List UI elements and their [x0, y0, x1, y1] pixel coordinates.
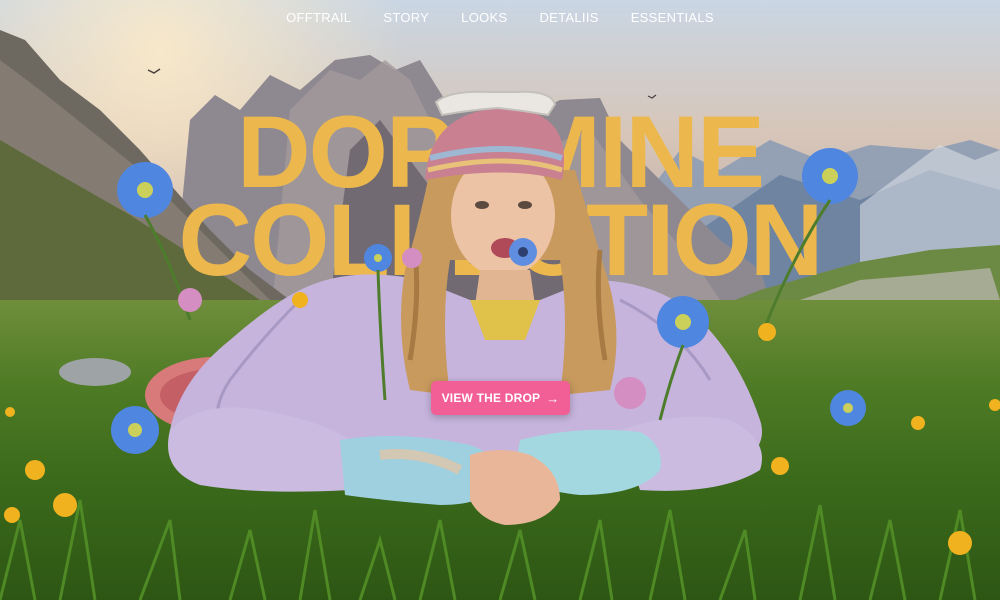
nav-item-looks[interactable]: LOOKS — [461, 10, 507, 25]
nav-item-offtrail[interactable]: OFFTRAIL — [286, 10, 351, 25]
nav-item-essentials[interactable]: ESSENTIALS — [631, 10, 714, 25]
hero-section: DOPAMINE COLLECTION — [0, 0, 1000, 600]
arrow-right-icon: → — [546, 390, 560, 406]
nav-item-story[interactable]: STORY — [383, 10, 429, 25]
view-the-drop-label: VIEW THE DROP — [441, 391, 541, 405]
view-the-drop-button[interactable]: VIEW THE DROP → — [431, 381, 570, 415]
top-nav: OFFTRAIL STORY LOOKS DETALIIS ESSENTIALS — [0, 10, 1000, 25]
nav-item-details[interactable]: DETALIIS — [539, 10, 598, 25]
model-figure — [145, 90, 762, 525]
